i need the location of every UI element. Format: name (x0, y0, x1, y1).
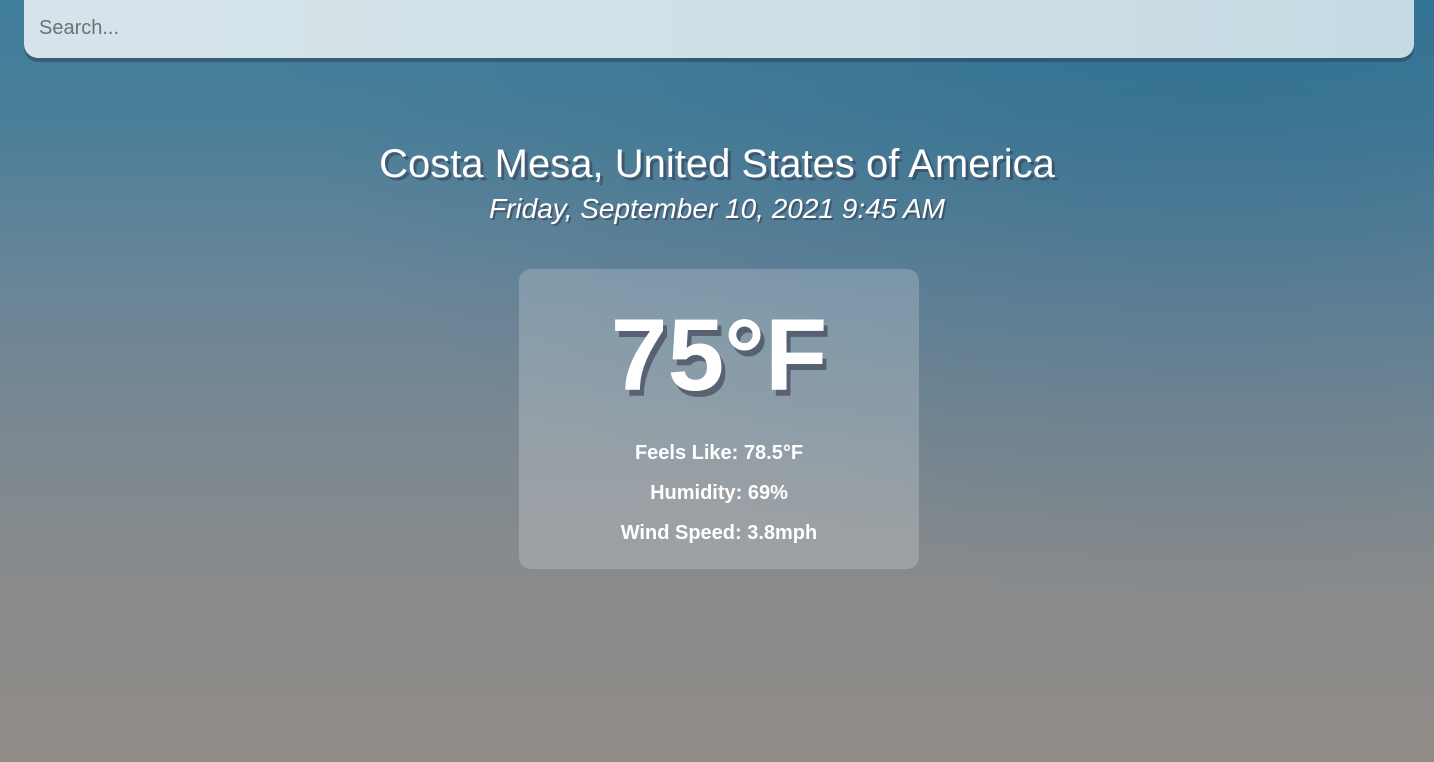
feels-like: Feels Like: 78.5°F (634, 442, 804, 464)
date-time: Friday, September 10, 2021 9:45 AM (488, 193, 946, 224)
humidity: Humidity: 69% (650, 482, 788, 504)
wind-speed: Wind Speed: 3.8mph (620, 522, 818, 544)
temperature: 75°F (610, 298, 828, 412)
search-bar (24, 0, 1414, 58)
weather-details: Feels Like: 78.5°F Humidity: 69% Wind Sp… (519, 433, 919, 553)
search-input[interactable] (24, 0, 1414, 56)
location-box: Costa Mesa, United States of America Fri… (0, 140, 1434, 226)
weather-card: 75°F Feels Like: 78.5°F Humidity: 69% Wi… (519, 269, 919, 569)
location-name: Costa Mesa, United States of America (379, 142, 1055, 186)
